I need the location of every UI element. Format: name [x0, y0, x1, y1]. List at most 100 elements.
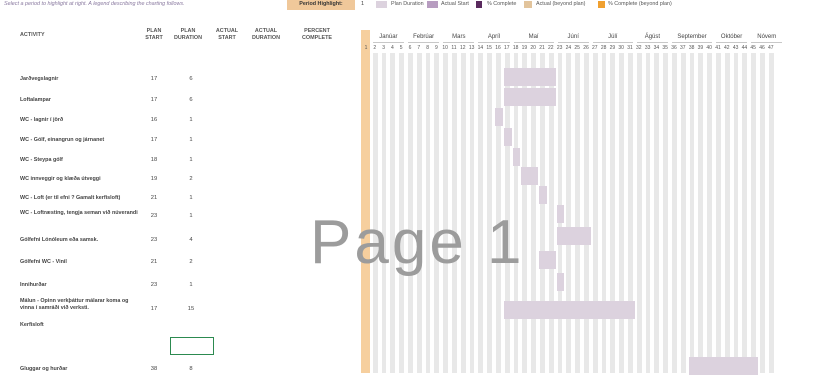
period-highlight-label: Period Highlight: — [287, 0, 355, 10]
period-highlight-input[interactable]: 1 — [361, 1, 364, 7]
legend-percent-complete: % Complete — [487, 1, 517, 7]
period-number: 12 — [460, 45, 466, 51]
period-column — [768, 53, 774, 373]
month-underline — [751, 42, 783, 43]
plan-duration-bar — [556, 227, 591, 245]
month-label: Nóvem — [757, 34, 777, 40]
month-underline — [478, 42, 510, 43]
period-number: 5 — [399, 45, 403, 51]
period-number: 43 — [732, 45, 739, 51]
legend-percent-complete-beyond-swatch — [598, 1, 605, 8]
header-actual-duration: ACTUAL DURATION — [251, 28, 281, 41]
period-column — [742, 53, 748, 373]
period-number: 10 — [442, 45, 448, 51]
plan-duration: 1 — [189, 117, 193, 123]
plan-start: 17 — [150, 76, 158, 82]
period-highlight-column — [361, 30, 370, 373]
period-number: 22 — [548, 45, 554, 51]
period-number: 35 — [662, 45, 668, 51]
period-column — [680, 53, 686, 373]
plan-start: 23 — [150, 282, 158, 288]
plan-duration-bar — [512, 148, 521, 166]
plan-duration: 8 — [189, 366, 193, 372]
period-number: 3 — [382, 45, 385, 51]
period-number: 21 — [539, 45, 545, 51]
plan-duration-bar — [503, 68, 556, 86]
month-underline — [716, 42, 748, 43]
plan-start: 19 — [150, 176, 158, 182]
activity-name: WC - Steypa gólf — [20, 157, 63, 163]
period-number: 25 — [574, 45, 580, 51]
period-column — [628, 53, 633, 373]
period-number: 47 — [768, 45, 774, 51]
period-number: 15 — [486, 45, 492, 51]
legend-actual-start-swatch — [427, 1, 438, 8]
period-number: 7 — [417, 45, 421, 51]
plan-duration-bar — [556, 273, 565, 291]
month-underline — [372, 42, 404, 43]
period-number: 14 — [477, 45, 484, 51]
period-number: 36 — [671, 45, 677, 51]
period-number: 2 — [373, 45, 377, 51]
period-number: 38 — [688, 45, 695, 51]
period-number: 40 — [706, 45, 712, 51]
period-number: 19 — [521, 45, 528, 51]
period-column — [733, 53, 739, 373]
plan-start: 17 — [150, 97, 158, 103]
plan-duration: 6 — [189, 76, 193, 82]
period-column — [575, 53, 580, 373]
plan-duration: 1 — [189, 213, 193, 219]
month-label: Maí — [528, 34, 539, 40]
header-activity: ACTIVITY — [20, 32, 45, 38]
period-number: 39 — [697, 45, 704, 51]
month-underline — [592, 42, 633, 43]
plan-start: 23 — [150, 213, 158, 219]
period-number: 23 — [556, 45, 563, 51]
period-number: 44 — [741, 45, 748, 51]
period-column — [645, 53, 651, 373]
activity-name: WC - Loft (er til efni ? Gamalt kerfislo… — [20, 195, 121, 201]
period-column — [592, 53, 598, 373]
plan-duration: 1 — [189, 282, 193, 288]
month-label: Október — [720, 34, 743, 40]
selected-cell[interactable] — [170, 337, 214, 355]
month-label: Júlí — [608, 34, 618, 40]
period-number: 26 — [583, 45, 589, 51]
period-number: 8 — [426, 45, 429, 51]
plan-duration-bar — [539, 251, 556, 269]
plan-duration-bar — [503, 88, 556, 106]
activity-name: Jarðvegslagnir — [20, 76, 59, 82]
plan-duration: 1 — [189, 195, 193, 201]
activity-name: Gólfefni Lónóleum eða samsk. — [20, 237, 99, 243]
period-number: 34 — [653, 45, 660, 51]
month-underline — [636, 42, 668, 43]
plan-duration: 2 — [189, 176, 193, 182]
plan-duration: 4 — [189, 237, 193, 243]
period-number: 20 — [530, 45, 536, 51]
period-number: 24 — [565, 45, 572, 51]
month-underline — [557, 42, 589, 43]
period-number: 1 — [364, 45, 368, 51]
period-number: 4 — [391, 45, 394, 51]
month-label: Ágúst — [644, 34, 661, 40]
plan-start: 21 — [150, 195, 158, 201]
plan-duration: 6 — [189, 97, 193, 103]
period-column — [663, 53, 668, 373]
period-number: 9 — [435, 45, 438, 51]
period-number: 17 — [504, 45, 510, 51]
period-column — [724, 53, 730, 373]
plan-duration: 15 — [187, 306, 195, 312]
period-column — [716, 53, 721, 373]
period-number: 31 — [627, 45, 633, 51]
period-number: 30 — [618, 45, 624, 51]
subtitle: Select a period to highlight at right. A… — [4, 1, 185, 7]
month-underline — [408, 42, 440, 43]
period-number: 45 — [750, 45, 756, 51]
plan-start: 21 — [150, 259, 158, 265]
period-column — [672, 53, 677, 373]
period-number: 37 — [680, 45, 686, 51]
period-column — [566, 53, 572, 373]
page-watermark: Page 1 — [310, 208, 525, 277]
month-label: Apríl — [487, 34, 501, 40]
period-column — [636, 53, 642, 373]
